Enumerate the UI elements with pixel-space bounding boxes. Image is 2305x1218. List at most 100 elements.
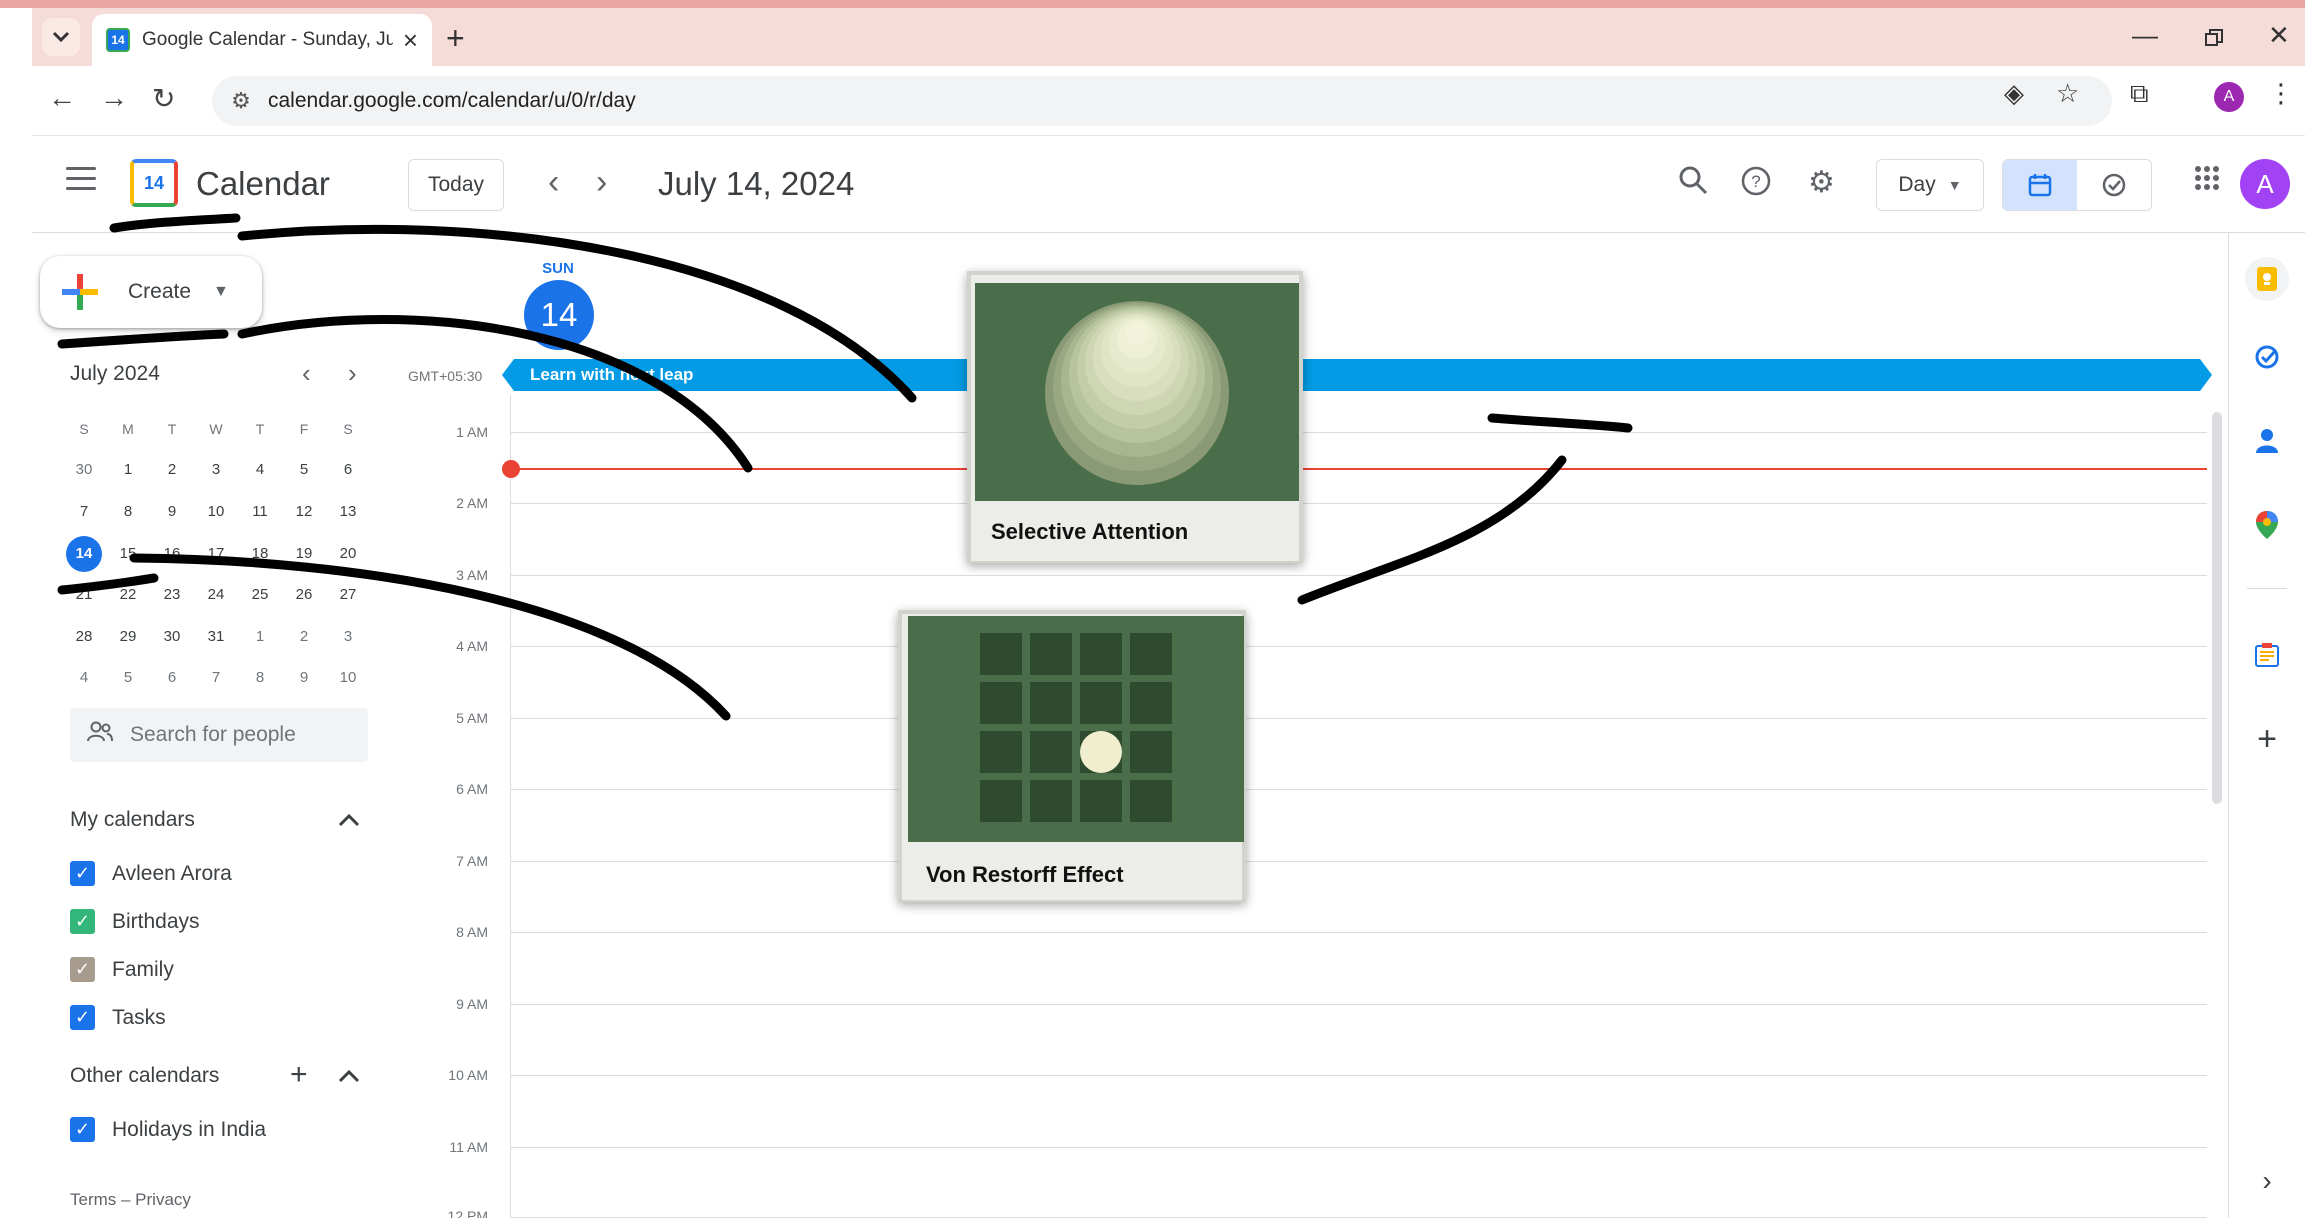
mini-day[interactable]: 20	[326, 536, 370, 572]
expand-panel-icon[interactable]: ›	[2247, 1161, 2287, 1201]
scrollbar[interactable]	[2212, 412, 2222, 804]
mini-day[interactable]: 24	[194, 577, 238, 613]
minimize-icon[interactable]: —	[2132, 20, 2158, 51]
maps-icon[interactable]	[2247, 505, 2287, 545]
checkbox-checked-icon[interactable]: ✓	[70, 1117, 95, 1142]
my-calendars-title[interactable]: My calendars	[70, 808, 195, 832]
back-arrow-icon[interactable]: ←	[48, 82, 76, 114]
checkbox-checked-icon[interactable]: ✓	[70, 957, 95, 982]
mini-day[interactable]: 26	[282, 577, 326, 613]
mini-day[interactable]: 12	[282, 494, 326, 530]
browser-profile-avatar[interactable]: A	[2214, 82, 2244, 112]
all-day-event[interactable]: Learn with next leap	[502, 359, 2212, 391]
mini-day[interactable]: 21	[62, 577, 106, 613]
checkbox-checked-icon[interactable]: ✓	[70, 861, 95, 886]
day-number-button[interactable]: 14	[524, 280, 594, 350]
mini-day[interactable]: 23	[150, 577, 194, 613]
chevron-up-icon[interactable]	[338, 1062, 360, 1090]
next-day-icon[interactable]: ›	[596, 163, 607, 202]
mini-day[interactable]: 8	[106, 494, 150, 530]
get-addons-icon[interactable]: +	[2247, 719, 2287, 759]
chevron-up-icon[interactable]	[338, 806, 360, 834]
address-bar[interactable]: ⚙ calendar.google.com/calendar/u/0/r/day	[212, 76, 2112, 126]
tasks-icon[interactable]	[2247, 337, 2287, 377]
day-grid[interactable]	[510, 395, 2210, 1218]
mini-day[interactable]: 2	[282, 619, 326, 655]
new-tab-icon[interactable]: +	[446, 20, 465, 57]
mini-day[interactable]: 28	[62, 619, 106, 655]
mini-day[interactable]: 8	[238, 660, 282, 696]
mini-day[interactable]: 16	[150, 536, 194, 572]
mini-day[interactable]: 6	[326, 452, 370, 488]
mini-day[interactable]: 30	[62, 452, 106, 488]
mini-day[interactable]: 2	[150, 452, 194, 488]
mini-day[interactable]: 6	[150, 660, 194, 696]
browser-menu-icon[interactable]: ⋮	[2268, 78, 2294, 109]
terms-privacy-link[interactable]: Terms – Privacy	[70, 1190, 191, 1210]
mini-next-month-icon[interactable]: ›	[348, 358, 357, 389]
close-window-icon[interactable]: ✕	[2268, 20, 2290, 51]
calendar-item-avleen-arora[interactable]: ✓ Avleen Arora	[70, 861, 232, 886]
mini-day[interactable]: 3	[194, 452, 238, 488]
bookmark-star-icon[interactable]: ☆	[2056, 78, 2079, 109]
create-button[interactable]: Create ▼	[40, 256, 262, 328]
search-icon[interactable]	[1678, 165, 1708, 203]
checkbox-checked-icon[interactable]: ✓	[70, 1005, 95, 1030]
browser-tab-active[interactable]: 14 Google Calendar - Sunday, July ×	[92, 14, 432, 66]
mini-day[interactable]: 31	[194, 619, 238, 655]
mini-day[interactable]: 5	[282, 452, 326, 488]
calendar-item-family[interactable]: ✓ Family	[70, 957, 174, 982]
mini-day[interactable]: 27	[326, 577, 370, 613]
mini-day[interactable]: 25	[238, 577, 282, 613]
mini-day[interactable]: 1	[238, 619, 282, 655]
calendar-item-tasks[interactable]: ✓ Tasks	[70, 1005, 166, 1030]
mini-day[interactable]: 18	[238, 536, 282, 572]
settings-gear-icon[interactable]: ⚙	[1808, 165, 1835, 200]
mini-day[interactable]: 10	[194, 494, 238, 530]
contacts-icon[interactable]	[2247, 421, 2287, 461]
mini-day[interactable]: 5	[106, 660, 150, 696]
mini-day[interactable]: 22	[106, 577, 150, 613]
mini-day[interactable]: 15	[106, 536, 150, 572]
account-avatar[interactable]: A	[2240, 159, 2290, 209]
extensions-icon[interactable]: ⧉	[2130, 78, 2149, 110]
mini-day[interactable]: 29	[106, 619, 150, 655]
mini-day[interactable]: 9	[282, 660, 326, 696]
mini-day[interactable]: 11	[238, 494, 282, 530]
mini-day[interactable]: 4	[62, 660, 106, 696]
mini-day-selected[interactable]: 14	[62, 535, 106, 572]
calendar-item-holidays-in-india[interactable]: ✓ Holidays in India	[70, 1117, 266, 1142]
notes-addon-icon[interactable]	[2247, 635, 2287, 675]
keep-icon[interactable]	[2245, 257, 2289, 301]
close-tab-icon[interactable]: ×	[403, 25, 418, 56]
forward-arrow-icon[interactable]: →	[100, 82, 128, 114]
today-button[interactable]: Today	[408, 159, 504, 211]
checkbox-checked-icon[interactable]: ✓	[70, 909, 95, 934]
lens-icon[interactable]: ◈	[2004, 78, 2024, 109]
mini-day[interactable]: 10	[326, 660, 370, 696]
mini-day[interactable]: 1	[106, 452, 150, 488]
mini-day[interactable]: 13	[326, 494, 370, 530]
tasks-view-icon[interactable]	[2077, 160, 2151, 210]
search-people-input[interactable]: Search for people	[70, 708, 368, 762]
mini-prev-month-icon[interactable]: ‹	[302, 358, 311, 389]
add-calendar-icon[interactable]: +	[290, 1058, 308, 1092]
tab-search-button[interactable]	[42, 18, 80, 56]
mini-day[interactable]: 17	[194, 536, 238, 572]
calendar-view-icon[interactable]	[2003, 160, 2077, 210]
mini-day[interactable]: 4	[238, 452, 282, 488]
other-calendars-title[interactable]: Other calendars	[70, 1064, 219, 1088]
help-icon[interactable]: ?	[1740, 165, 1772, 205]
site-info-icon[interactable]: ⚙	[226, 86, 256, 116]
main-menu-icon[interactable]	[66, 167, 96, 190]
calendar-item-birthdays[interactable]: ✓ Birthdays	[70, 909, 200, 934]
mini-day[interactable]: 7	[194, 660, 238, 696]
view-selector[interactable]: Day ▼	[1876, 159, 1984, 211]
mini-day[interactable]: 30	[150, 619, 194, 655]
mini-day[interactable]: 3	[326, 619, 370, 655]
mini-day[interactable]: 7	[62, 494, 106, 530]
reload-icon[interactable]: ↻	[152, 82, 175, 115]
google-apps-icon[interactable]	[2194, 165, 2220, 199]
mini-day[interactable]: 9	[150, 494, 194, 530]
previous-day-icon[interactable]: ‹	[548, 163, 559, 202]
